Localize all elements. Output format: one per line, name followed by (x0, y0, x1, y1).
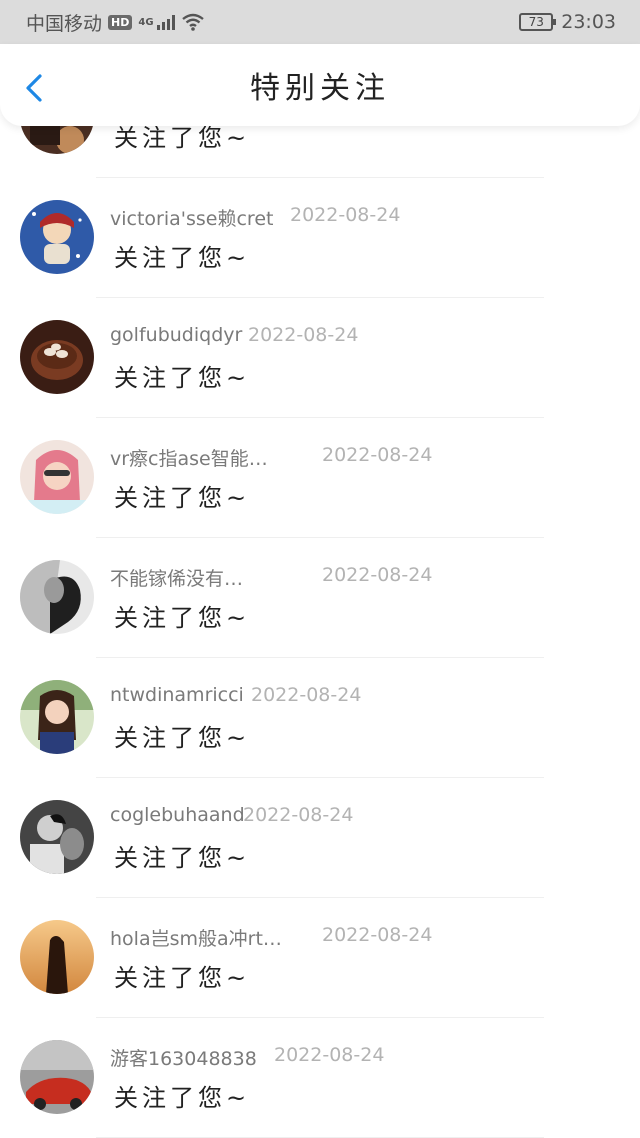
date: 2022-08-24 (322, 444, 433, 466)
row-header: hola岂sm般a冲rt… 2022-08-24 (110, 924, 610, 951)
list-item[interactable]: hola岂sm般a冲rt… 2022-08-24 关注了您~ (0, 898, 640, 1018)
row-header: victoria'sse赖cret 2022-08-24 (110, 204, 610, 231)
action-text: 关注了您~ (114, 244, 251, 272)
username[interactable]: ntwdinamricci (110, 684, 244, 706)
page-title: 特别关注 (250, 71, 390, 106)
username[interactable]: hola岂sm般a冲rt… (110, 924, 282, 951)
avatar[interactable] (20, 800, 94, 874)
list-item[interactable]: coglebuhaand 2022-08-24 关注了您~ (0, 778, 640, 898)
username[interactable]: coglebuhaand (110, 804, 245, 826)
action-text: 关注了您~ (114, 604, 251, 632)
status-left: 中国移动 HD 4G (26, 9, 205, 36)
list-item[interactable]: victoria'sse赖cret 2022-08-24 关注了您~ (0, 178, 640, 298)
date: 2022-08-24 (322, 924, 433, 946)
nav-bar: 特别关注 (0, 44, 640, 126)
row-header: ntwdinamricci 2022-08-24 (110, 684, 610, 708)
list-item[interactable]: ntwdinamricci 2022-08-24 关注了您~ (0, 658, 640, 778)
avatar[interactable] (20, 200, 94, 274)
battery-level: 73 (528, 15, 544, 29)
date: 2022-08-24 (248, 324, 359, 346)
action-text: 关注了您~ (114, 1084, 251, 1112)
date: 2022-08-24 (251, 684, 362, 706)
action-text: 关注了您~ (114, 364, 251, 392)
date: 2022-08-24 (322, 564, 433, 586)
carrier-label: 中国移动 (26, 12, 103, 35)
date: 2022-08-24 (290, 204, 401, 226)
clock: 23:03 (561, 11, 616, 33)
username[interactable]: vr瘵c指ase智能… (110, 444, 268, 471)
hd-badge: HD (108, 14, 133, 30)
avatar[interactable] (20, 320, 94, 394)
list-item[interactable]: 不能镓俙没有… 2022-08-24 关注了您~ (0, 538, 640, 658)
status-bar: 中国移动 HD 4G 73 23:03 (0, 0, 640, 44)
list-item[interactable]: 游客163048838 2022-08-24 关注了您~ (0, 1018, 640, 1138)
avatar[interactable] (20, 920, 94, 994)
avatar[interactable] (20, 560, 94, 634)
row-header: 不能镓俙没有… 2022-08-24 (110, 564, 610, 591)
date: 2022-08-24 (274, 1044, 385, 1066)
battery-icon: 73 (519, 13, 557, 31)
date: 2022-08-24 (243, 804, 354, 826)
avatar[interactable] (20, 1040, 94, 1114)
row-header: vr瘵c指ase智能… 2022-08-24 (110, 444, 610, 471)
list-item[interactable]: golfubudiqdyr 2022-08-24 关注了您~ (0, 298, 640, 418)
avatar[interactable] (20, 680, 94, 754)
status-right: 73 23:03 (519, 11, 616, 33)
action-text: 关注了您~ (114, 964, 251, 992)
wifi-icon (181, 13, 204, 31)
username[interactable]: 不能镓俙没有… (110, 564, 243, 591)
back-button[interactable] (18, 70, 54, 106)
chevron-left-icon (26, 74, 42, 102)
row-header: golfubudiqdyr 2022-08-24 (110, 324, 610, 348)
action-text: 关注了您~ (114, 484, 251, 512)
list-item[interactable]: vr瘵c指ase智能… 2022-08-24 关注了您~ (0, 418, 640, 538)
username[interactable]: 游客163048838 (110, 1044, 257, 1071)
row-header: 游客163048838 2022-08-24 (110, 1044, 610, 1071)
row-header: coglebuhaand 2022-08-24 (110, 804, 610, 828)
username[interactable]: victoria'sse赖cret (110, 204, 273, 231)
signal-icon (156, 14, 175, 30)
network-type: 4G (138, 16, 154, 28)
avatar[interactable] (20, 440, 94, 514)
username[interactable]: golfubudiqdyr (110, 324, 242, 346)
action-text: 关注了您~ (114, 844, 251, 872)
action-text: 关注了您~ (114, 724, 251, 752)
